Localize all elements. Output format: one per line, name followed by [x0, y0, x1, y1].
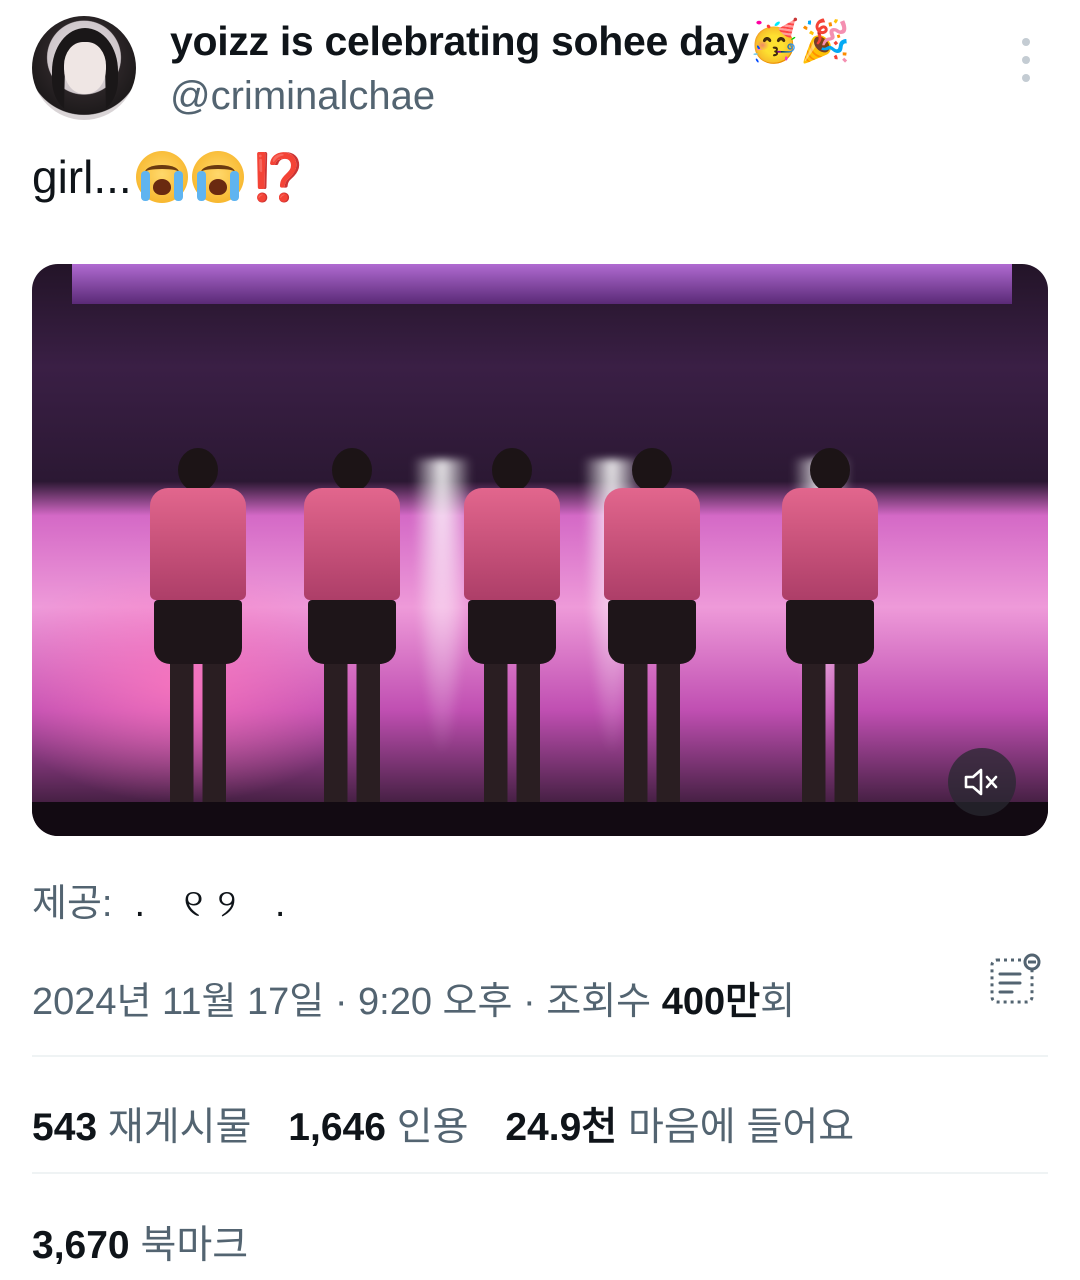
- reposts-count: 543: [32, 1106, 98, 1149]
- performer: [782, 448, 878, 814]
- tweet-date[interactable]: 2024년 11월 17일: [32, 981, 324, 1023]
- views-suffix: 회: [760, 981, 796, 1023]
- volume-muted-icon[interactable]: [948, 748, 1016, 816]
- loudly-crying-face-icon: [135, 151, 188, 203]
- performer: [150, 448, 246, 814]
- reposts-stat[interactable]: 543 재게시물: [32, 1106, 251, 1149]
- display-name[interactable]: yoizz is celebrating sohee day🥳🎉: [170, 18, 851, 66]
- stage-ceiling: [72, 264, 1012, 304]
- credit-source[interactable]: . ୧୨ .: [134, 883, 299, 925]
- stage-floor: [32, 802, 1048, 836]
- meta-separator: ·: [523, 981, 536, 1023]
- quotes-stat[interactable]: 1,646 인용: [288, 1106, 468, 1149]
- quotes-label: 인용: [396, 1106, 469, 1149]
- divider: [32, 1172, 1048, 1174]
- exclamation-question-icon: ⁉️: [249, 151, 307, 203]
- performer: [304, 448, 400, 814]
- bookmarks-label: 북마크: [140, 1224, 249, 1267]
- tweet-video[interactable]: [32, 264, 1048, 836]
- engagement-stats: 543 재게시물 1,646 인용 24.9천 마음에 들어요: [32, 1096, 880, 1152]
- tweet-text: girl... ⁉️: [32, 150, 307, 205]
- source-credit: 제공: . ୧୨ .: [32, 872, 299, 927]
- tweet-time[interactable]: 9:20 오후: [358, 981, 512, 1023]
- user-handle[interactable]: @criminalchae: [170, 74, 435, 119]
- tweet-meta: 2024년 11월 17일 · 9:20 오후 · 조회수 400만회: [32, 970, 795, 1025]
- performer: [464, 448, 560, 814]
- divider: [32, 1055, 1048, 1057]
- likes-label: 마음에 들어요: [628, 1106, 855, 1149]
- tweet-text-body: girl...: [32, 151, 132, 203]
- views-count: 400만: [661, 981, 761, 1023]
- views-label: 조회수: [546, 981, 652, 1023]
- analytics-icon[interactable]: [986, 952, 1042, 1008]
- likes-stat[interactable]: 24.9천 마음에 들어요: [505, 1106, 854, 1149]
- avatar[interactable]: [32, 16, 136, 120]
- bookmarks-count: 3,670: [32, 1224, 130, 1267]
- credit-label: 제공:: [32, 883, 113, 925]
- more-options-icon[interactable]: [1016, 38, 1036, 82]
- quotes-count: 1,646: [288, 1106, 386, 1149]
- reposts-label: 재게시물: [107, 1106, 252, 1149]
- performer: [604, 448, 700, 814]
- loudly-crying-face-icon: [191, 151, 244, 203]
- bookmarks-stat[interactable]: 3,670 북마크: [32, 1214, 248, 1270]
- stage-light: [412, 459, 472, 759]
- avatar-face: [64, 42, 106, 94]
- meta-separator: ·: [334, 981, 348, 1023]
- likes-count: 24.9천: [505, 1106, 618, 1149]
